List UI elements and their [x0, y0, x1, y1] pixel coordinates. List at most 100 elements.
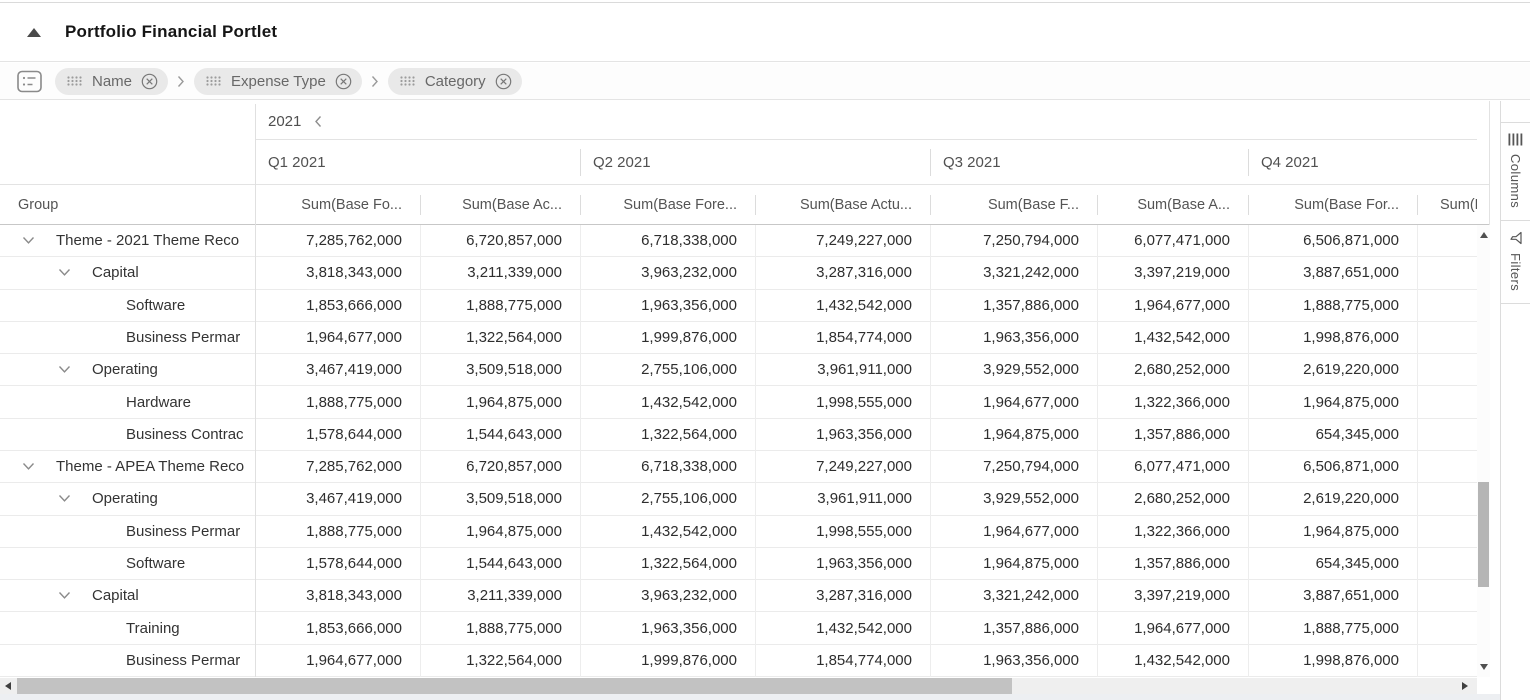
table-row[interactable]: Training1,853,666,0001,888,775,0001,963,… — [0, 612, 1477, 644]
table-row[interactable]: Theme - 2021 Theme Reco7,285,762,0006,72… — [0, 225, 1477, 257]
horizontal-scrollbar[interactable] — [0, 678, 1477, 694]
value-cell: 3,961,911,000 — [755, 483, 930, 514]
value-cell: 1,544,643,000 — [420, 548, 580, 579]
value-cell: 6,718,338,000 — [580, 225, 755, 256]
value-cell: 1,888,775,000 — [255, 516, 420, 547]
filter-icon — [1509, 231, 1523, 245]
group-chip-expense-type[interactable]: Expense Type — [194, 68, 362, 95]
column-divider — [420, 225, 421, 677]
page-title: Portfolio Financial Portlet — [65, 22, 277, 42]
value-cell: 6,506,871,000 — [1248, 225, 1417, 256]
value-cell: 1,357,886,000 — [1097, 548, 1248, 579]
column-header-measure[interactable]: Sum(Base Fore... — [580, 185, 755, 224]
value-cell: 3,321,242,000 — [930, 580, 1097, 611]
collapse-panel-icon[interactable] — [27, 28, 41, 37]
tab-columns[interactable]: Columns — [1501, 122, 1530, 221]
expand-row-icon[interactable] — [58, 268, 72, 277]
table-row[interactable]: Theme - APEA Theme Reco7,285,762,0006,72… — [0, 451, 1477, 483]
drag-handle-icon[interactable] — [400, 76, 416, 86]
tab-filters[interactable]: Filters — [1501, 221, 1530, 304]
table-row[interactable]: Capital3,818,343,0003,211,339,0003,963,2… — [0, 257, 1477, 289]
expand-row-icon[interactable] — [22, 236, 36, 245]
value-cell: 3,963,232,000 — [580, 580, 755, 611]
value-cell: 1,854,774,000 — [755, 645, 930, 676]
pivot-grid: 2021 Q1 2021 Q2 2021 Q3 2021 Q4 2021 Gro… — [0, 101, 1490, 677]
table-row[interactable]: Business Contrac1,578,644,0001,544,643,0… — [0, 419, 1477, 451]
value-cell: 3,467,419,000 — [255, 483, 420, 514]
scroll-right-icon[interactable] — [1462, 682, 1468, 690]
chip-label: Expense Type — [231, 73, 326, 90]
group-chip-category[interactable]: Category — [388, 68, 522, 95]
value-cell: 3,211,339,000 — [420, 257, 580, 288]
group-label: Business Permar — [126, 652, 240, 669]
grid-body: Theme - 2021 Theme Reco7,285,762,0006,72… — [0, 225, 1477, 677]
value-cell: 2,619,220,000 — [1248, 354, 1417, 385]
table-row[interactable]: Business Permar1,964,677,0001,322,564,00… — [0, 322, 1477, 354]
value-cell: 3,887,651,000 — [1248, 257, 1417, 288]
remove-chip-icon[interactable] — [335, 73, 352, 90]
portlet-title-bar: Portfolio Financial Portlet — [0, 3, 1530, 62]
value-cell: 6,720,857,000 — [420, 225, 580, 256]
table-row[interactable]: Software1,853,666,0001,888,775,0001,963,… — [0, 290, 1477, 322]
value-cell: 1,322,564,000 — [420, 322, 580, 353]
table-row[interactable]: Business Permar1,964,677,0001,322,564,00… — [0, 645, 1477, 677]
group-label: Capital — [92, 587, 139, 604]
value-cell-clipped — [1417, 257, 1477, 288]
expand-row-icon[interactable] — [58, 365, 72, 374]
drag-handle-icon[interactable] — [67, 76, 83, 86]
table-row[interactable]: Software1,578,644,0001,544,643,0001,322,… — [0, 548, 1477, 580]
group-settings-button[interactable] — [17, 70, 42, 93]
horizontal-scrollbar-thumb[interactable] — [17, 678, 1012, 694]
table-row[interactable]: Business Permar1,888,775,0001,964,875,00… — [0, 516, 1477, 548]
value-cell: 6,720,857,000 — [420, 451, 580, 482]
group-label: Operating — [92, 361, 158, 378]
value-cell: 1,999,876,000 — [580, 322, 755, 353]
column-header-measure[interactable]: Sum(Base Ac... — [420, 185, 580, 224]
value-cell: 6,506,871,000 — [1248, 451, 1417, 482]
value-cell: 1,854,774,000 — [755, 322, 930, 353]
value-cell-clipped — [1417, 354, 1477, 385]
value-cell: 1,578,644,000 — [255, 419, 420, 450]
group-chip-name[interactable]: Name — [55, 68, 168, 95]
value-cell-clipped — [1417, 225, 1477, 256]
value-cell-clipped — [1417, 548, 1477, 579]
table-row[interactable]: Hardware1,888,775,0001,964,875,0001,432,… — [0, 386, 1477, 418]
vertical-scrollbar-thumb[interactable] — [1478, 482, 1489, 587]
column-header-measure[interactable]: Sum(Base For... — [1248, 185, 1417, 224]
table-row[interactable]: Capital3,818,343,0003,211,339,0003,963,2… — [0, 580, 1477, 612]
value-cell: 2,680,252,000 — [1097, 483, 1248, 514]
value-cell: 1,322,366,000 — [1097, 386, 1248, 417]
column-header-measure[interactable]: Sum(Base A... — [1097, 185, 1248, 224]
value-cell: 3,929,552,000 — [930, 354, 1097, 385]
column-header-group[interactable]: Group — [0, 185, 255, 224]
chip-separator-chevron — [177, 75, 185, 88]
column-header-measure[interactable]: Sum(Base Fo... — [255, 185, 420, 224]
group-label: Business Contrac — [126, 426, 244, 443]
remove-chip-icon[interactable] — [141, 73, 158, 90]
value-cell: 1,963,356,000 — [930, 645, 1097, 676]
expand-row-icon[interactable] — [58, 591, 72, 600]
value-cell: 1,432,542,000 — [755, 612, 930, 643]
column-header-measure[interactable]: Sum(Base F... — [930, 185, 1097, 224]
scroll-up-icon[interactable] — [1480, 232, 1488, 238]
column-header-measure[interactable]: Sum(Base Actu... — [755, 185, 930, 224]
value-cell: 3,397,219,000 — [1097, 580, 1248, 611]
header-spacer — [0, 104, 255, 140]
column-header-measure-clipped[interactable]: Sum(B — [1417, 185, 1477, 224]
value-cell: 1,888,775,000 — [420, 612, 580, 643]
drag-handle-icon[interactable] — [206, 76, 222, 86]
collapse-year-icon[interactable] — [314, 115, 322, 128]
value-cell-clipped — [1417, 419, 1477, 450]
scroll-down-icon[interactable] — [1480, 664, 1488, 670]
remove-chip-icon[interactable] — [495, 73, 512, 90]
value-cell: 3,818,343,000 — [255, 580, 420, 611]
scroll-left-icon[interactable] — [5, 682, 11, 690]
expand-row-icon[interactable] — [22, 462, 36, 471]
vertical-scrollbar[interactable] — [1477, 225, 1490, 677]
table-row[interactable]: Operating3,467,419,0003,509,518,0002,755… — [0, 483, 1477, 515]
value-cell: 1,998,555,000 — [755, 386, 930, 417]
expand-row-icon[interactable] — [58, 494, 72, 503]
group-label: Training — [126, 620, 180, 637]
value-cell: 1,964,875,000 — [420, 386, 580, 417]
table-row[interactable]: Operating3,467,419,0003,509,518,0002,755… — [0, 354, 1477, 386]
